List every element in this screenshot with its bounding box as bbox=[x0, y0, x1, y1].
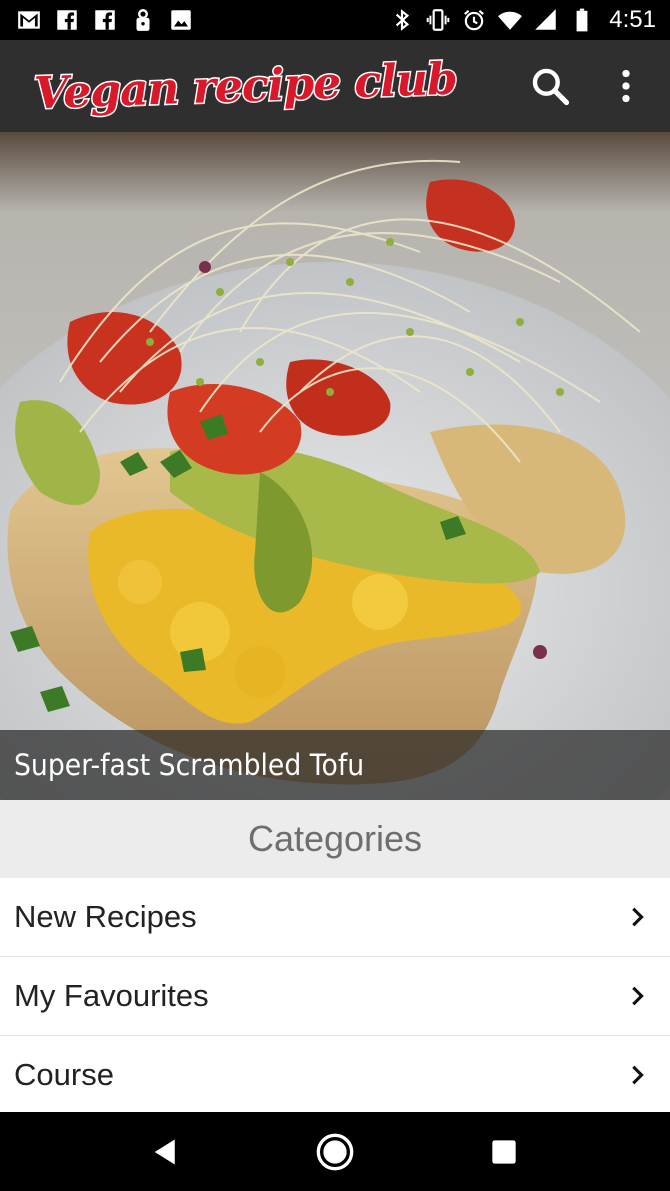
gmail-icon bbox=[16, 7, 42, 33]
system-status-icons: 4:51 bbox=[389, 6, 656, 34]
back-button[interactable] bbox=[136, 1122, 196, 1182]
overflow-menu-button[interactable] bbox=[602, 62, 650, 110]
logo-text: Vegan recipe club bbox=[32, 52, 459, 121]
category-list: New Recipes My Favourites Course bbox=[0, 878, 670, 1115]
bluetooth-icon bbox=[389, 7, 415, 33]
categories-header: Categories bbox=[0, 800, 670, 878]
wifi-icon bbox=[497, 7, 523, 33]
signal-icon bbox=[533, 7, 559, 33]
battery-icon bbox=[569, 7, 595, 33]
categories-title: Categories bbox=[247, 818, 423, 859]
image-icon bbox=[168, 7, 194, 33]
vibrate-icon bbox=[425, 7, 451, 33]
system-navigation-bar bbox=[0, 1112, 670, 1191]
category-item-my-favourites[interactable]: My Favourites bbox=[0, 957, 670, 1036]
status-bar: 4:51 bbox=[0, 0, 670, 40]
featured-recipe-card[interactable]: Super-fast Scrambled Tofu bbox=[0, 132, 670, 800]
recents-icon bbox=[491, 1139, 516, 1164]
home-button[interactable] bbox=[305, 1122, 365, 1182]
more-vert-icon bbox=[622, 69, 630, 103]
category-item-course[interactable]: Course bbox=[0, 1036, 670, 1115]
back-icon bbox=[155, 1139, 176, 1164]
category-label: Course bbox=[14, 1057, 114, 1092]
app-screen: 4:51 Vegan recipe club Super-fast Scramb… bbox=[0, 0, 670, 1191]
app-logo: Vegan recipe club bbox=[32, 40, 484, 132]
featured-recipe-image bbox=[0, 132, 670, 800]
category-item-new-recipes[interactable]: New Recipes bbox=[0, 878, 670, 957]
app-bar-actions bbox=[526, 40, 650, 132]
chevron-right-icon bbox=[632, 1065, 644, 1085]
category-label: New Recipes bbox=[14, 899, 197, 934]
recents-button[interactable] bbox=[474, 1122, 534, 1182]
notification-icons bbox=[16, 7, 194, 33]
facebook-icon bbox=[92, 7, 118, 33]
search-button[interactable] bbox=[526, 62, 574, 110]
search-icon bbox=[532, 68, 570, 106]
category-label: My Favourites bbox=[14, 978, 209, 1013]
alarm-icon bbox=[461, 7, 487, 33]
featured-recipe-title: Super-fast Scrambled Tofu bbox=[14, 748, 365, 782]
app-bar: Vegan recipe club bbox=[0, 40, 670, 132]
featured-recipe-caption: Super-fast Scrambled Tofu bbox=[0, 730, 670, 800]
lock-icon bbox=[130, 7, 156, 33]
chevron-right-icon bbox=[632, 986, 644, 1006]
facebook-icon bbox=[54, 7, 80, 33]
home-icon bbox=[316, 1133, 354, 1170]
status-time: 4:51 bbox=[609, 6, 656, 33]
chevron-right-icon bbox=[632, 907, 644, 927]
